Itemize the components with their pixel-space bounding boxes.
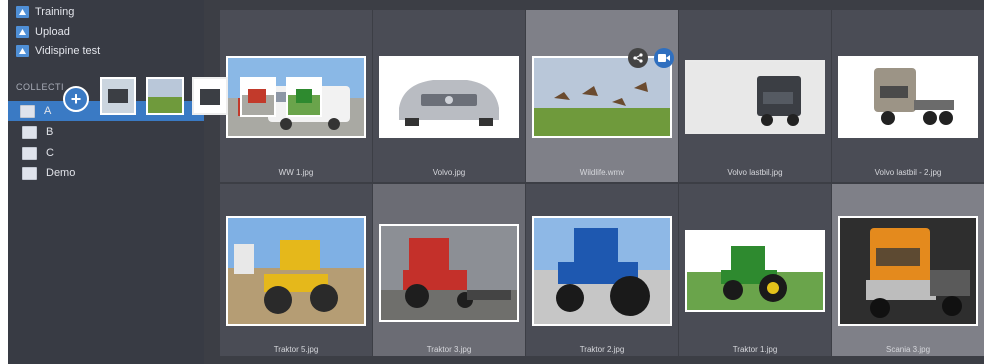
sidebar-item-label: Vidispine test bbox=[35, 45, 101, 57]
asset-thumbnail[interactable] bbox=[226, 216, 366, 326]
drag-preview-thumb bbox=[100, 77, 136, 115]
media-app-icon bbox=[16, 26, 29, 38]
asset-caption: Volvo.jpg bbox=[432, 168, 466, 177]
asset-caption: Volvo lastbil.jpg bbox=[727, 168, 783, 177]
asset-thumbnail[interactable] bbox=[532, 216, 672, 326]
asset-thumbnail[interactable] bbox=[838, 216, 978, 326]
folder-icon bbox=[22, 166, 37, 180]
asset-tile[interactable]: Volvo lastbil.jpg bbox=[679, 10, 831, 182]
asset-tile[interactable]: Traktor 1.jpg bbox=[679, 184, 831, 356]
folder-icon bbox=[22, 125, 37, 139]
asset-tile[interactable]: Traktor 2.jpg bbox=[526, 184, 678, 356]
collection-item-b[interactable]: B bbox=[8, 122, 204, 142]
media-app-icon bbox=[16, 45, 29, 57]
drag-preview-thumb bbox=[146, 77, 184, 115]
asset-caption: Traktor 1.jpg bbox=[732, 345, 778, 354]
asset-thumbnail[interactable] bbox=[379, 56, 519, 138]
sidebar: Training Upload Vidispine test COLLECTI … bbox=[8, 0, 204, 364]
plus-icon: + bbox=[63, 86, 89, 112]
collection-item-c[interactable]: C bbox=[8, 143, 204, 163]
drag-preview-thumb bbox=[286, 77, 322, 117]
asset-tile[interactable]: Traktor 3.jpg bbox=[373, 184, 525, 356]
asset-thumbnail[interactable] bbox=[379, 224, 519, 322]
sidebar-item-label: Training bbox=[35, 6, 75, 18]
collection-item-demo[interactable]: Demo bbox=[8, 163, 204, 183]
sidebar-item-training[interactable]: Training bbox=[16, 3, 74, 21]
asset-caption: Wildlife.wmv bbox=[579, 168, 625, 177]
sidebar-item-label: Upload bbox=[35, 26, 70, 38]
collection-label: A bbox=[44, 105, 52, 117]
share-icon[interactable] bbox=[628, 48, 648, 68]
asset-caption: Traktor 2.jpg bbox=[579, 345, 625, 354]
drag-preview-thumb bbox=[240, 77, 276, 117]
asset-caption: Volvo lastbil - 2.jpg bbox=[874, 168, 942, 177]
asset-tile[interactable]: Volvo.jpg bbox=[373, 10, 525, 182]
asset-caption: Traktor 3.jpg bbox=[426, 345, 472, 354]
sidebar-item-vidispine-test[interactable]: Vidispine test bbox=[16, 42, 100, 60]
collection-label: C bbox=[46, 147, 54, 159]
folder-icon bbox=[22, 146, 37, 160]
drag-preview-thumb bbox=[192, 77, 228, 115]
right-edge bbox=[984, 0, 988, 364]
asset-thumbnail[interactable] bbox=[838, 56, 978, 138]
asset-thumbnail[interactable] bbox=[532, 56, 672, 138]
asset-tile-hovered[interactable]: Wildlife.wmv bbox=[526, 10, 678, 182]
video-icon[interactable] bbox=[654, 48, 674, 68]
asset-caption: Scania 3.jpg bbox=[885, 345, 931, 354]
asset-tile[interactable]: Scania 3.jpg bbox=[832, 184, 984, 356]
collection-label: Demo bbox=[46, 167, 76, 179]
media-app-icon bbox=[16, 6, 29, 18]
sidebar-item-upload[interactable]: Upload bbox=[16, 23, 70, 41]
asset-tile[interactable]: Traktor 5.jpg bbox=[220, 184, 372, 356]
asset-caption: WW 1.jpg bbox=[278, 168, 314, 177]
collections-heading: COLLECTI bbox=[16, 82, 65, 92]
asset-tile[interactable]: Volvo lastbil - 2.jpg bbox=[832, 10, 984, 182]
asset-thumbnail[interactable] bbox=[685, 230, 825, 312]
folder-icon bbox=[20, 104, 35, 118]
asset-thumbnail[interactable] bbox=[685, 60, 825, 134]
collection-label: B bbox=[46, 126, 54, 138]
asset-caption: Traktor 5.jpg bbox=[273, 345, 319, 354]
